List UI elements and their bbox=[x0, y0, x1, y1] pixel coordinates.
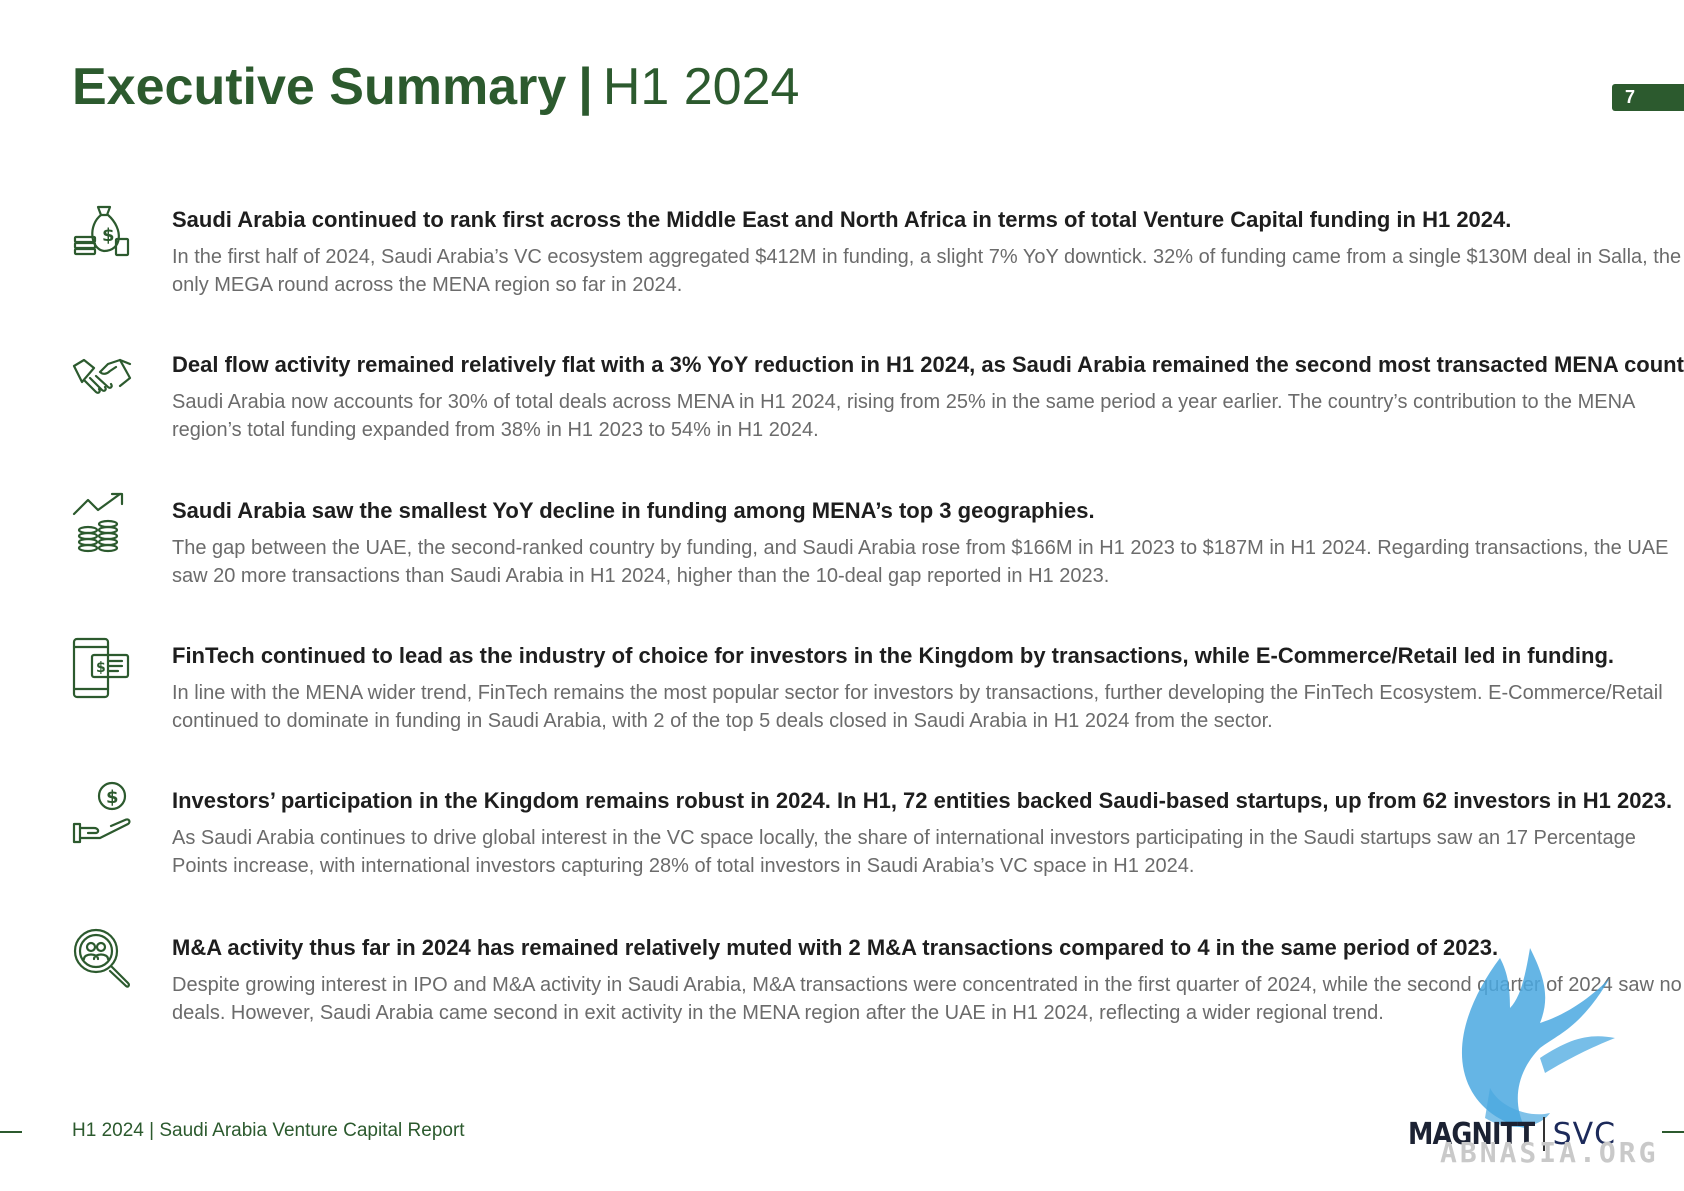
title-main: Executive Summary bbox=[72, 58, 567, 116]
item-body: Saudi Arabia now accounts for 30% of tot… bbox=[172, 391, 1635, 441]
item-body: In line with the MENA wider trend, FinTe… bbox=[172, 682, 1663, 732]
svg-text:$: $ bbox=[102, 225, 115, 246]
page-number-badge: 7 bbox=[1612, 84, 1684, 111]
item-heading: Deal flow activity remained relatively f… bbox=[172, 352, 1684, 377]
title-separator: | bbox=[578, 58, 593, 116]
item-body: In the first half of 2024, Saudi Arabia’… bbox=[172, 246, 1682, 296]
summary-item: $ Investors’ participation in the Kingdo… bbox=[72, 781, 1672, 896]
item-heading: Investors’ participation in the Kingdom … bbox=[172, 788, 1673, 813]
item-heading: Saudi Arabia saw the smallest YoY declin… bbox=[172, 498, 1095, 523]
summary-item: Saudi Arabia saw the smallest YoY declin… bbox=[72, 492, 1668, 606]
summary-item: Deal flow activity remained relatively f… bbox=[72, 350, 1684, 460]
money-bag-icon: $ bbox=[72, 199, 132, 265]
watermark-text: ABNASIA.ORG bbox=[1440, 1136, 1659, 1169]
title-period: H1 2024 bbox=[602, 58, 800, 116]
svg-text:$: $ bbox=[106, 787, 119, 808]
watermark-bird-image bbox=[1430, 938, 1620, 1138]
handshake-icon bbox=[72, 344, 132, 410]
hand-dollar-icon: $ bbox=[72, 780, 132, 846]
footer-accent-left bbox=[0, 1131, 22, 1133]
mobile-payment-icon: $ bbox=[72, 635, 132, 701]
people-search-icon bbox=[72, 927, 132, 993]
summary-item: $ FinTech continued to lead as the indus… bbox=[72, 637, 1663, 751]
item-heading: FinTech continued to lead as the industr… bbox=[172, 643, 1614, 668]
coins-growth-icon bbox=[72, 490, 132, 556]
svg-text:$: $ bbox=[96, 660, 106, 676]
summary-item: M&A activity thus far in 2024 has remain… bbox=[72, 928, 1682, 1043]
footer-report-name: H1 2024 | Saudi Arabia Venture Capital R… bbox=[72, 1120, 465, 1141]
item-heading: Saudi Arabia continued to rank first acr… bbox=[172, 207, 1512, 232]
summary-item: $ Saudi Arabia continued to rank first a… bbox=[72, 205, 1681, 315]
footer-accent-right bbox=[1662, 1131, 1684, 1133]
page-title: Executive Summary | H1 2024 bbox=[72, 58, 799, 118]
item-body: As Saudi Arabia continues to drive globa… bbox=[172, 827, 1636, 877]
item-body: The gap between the UAE, the second-rank… bbox=[172, 537, 1669, 587]
